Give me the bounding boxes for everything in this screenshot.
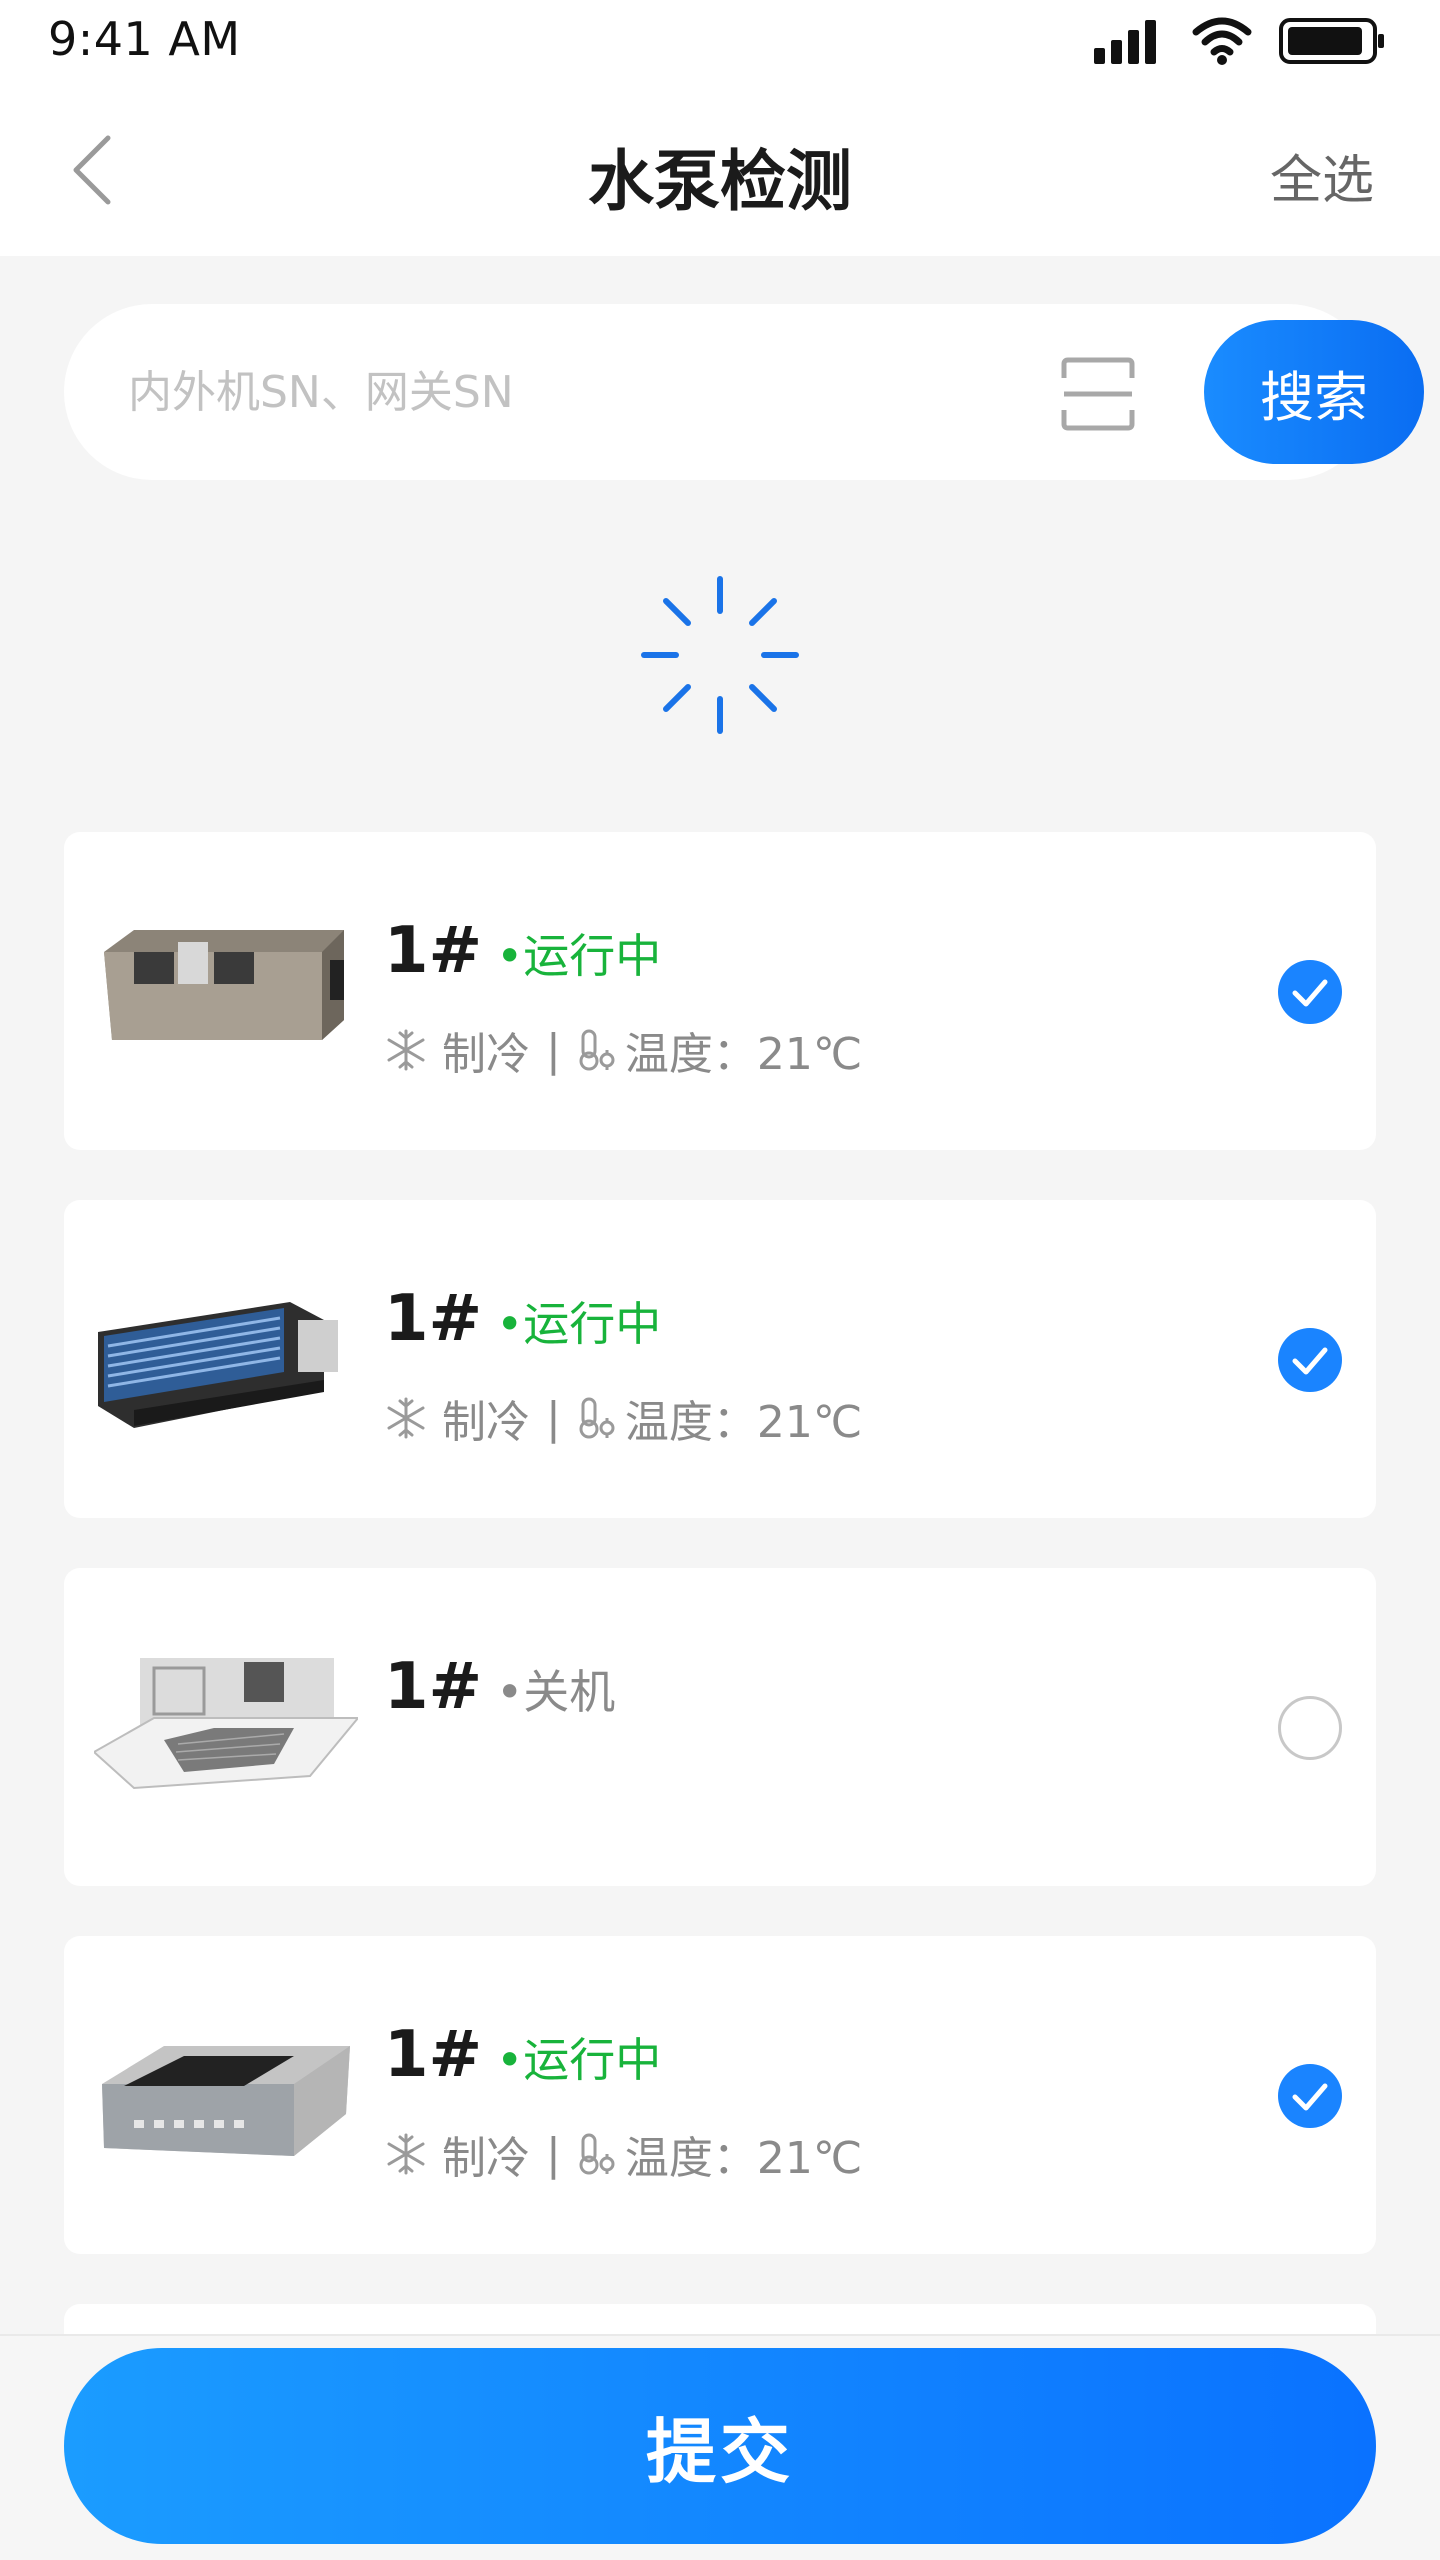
device-checkbox[interactable] (1278, 1328, 1342, 1392)
ducted-unit-image (98, 1302, 338, 1428)
device-temperature: 温度：21℃ (624, 1029, 863, 1080)
device-name: 1# (384, 914, 483, 988)
device-checkbox[interactable] (1278, 2064, 1342, 2128)
device-mode: 制冷 (442, 1029, 530, 1080)
device-status: •运行中 (496, 1297, 662, 1351)
device-name: 1# (384, 2018, 483, 2092)
scan-icon[interactable] (1060, 356, 1136, 432)
detail-separator: | (546, 2128, 561, 2180)
device-card[interactable]: 1# •关机 (64, 1568, 1376, 1886)
device-checkbox[interactable] (1278, 1696, 1342, 1760)
spinner-icon (641, 576, 799, 734)
device-name: 1# (384, 1650, 483, 1724)
thermometer-icon (579, 1029, 615, 1071)
cassette-unit-image (94, 1658, 358, 1790)
battery-icon (1279, 18, 1384, 64)
wifi-icon (1192, 17, 1252, 65)
device-temperature: 温度：21℃ (624, 2133, 863, 2184)
page-title: 水泵检测 (588, 143, 852, 220)
ducted-unit-image (104, 930, 344, 1040)
device-card[interactable]: 1# •运行中 制冷 | 温度：21℃ (64, 832, 1376, 1150)
device-card[interactable]: 1# •运行中 制冷 | 温度：21℃ (64, 1936, 1376, 2254)
thermometer-icon (579, 2133, 615, 2175)
device-card[interactable]: 1# •运行中 制冷 | 温度：21℃ (64, 1200, 1376, 1518)
top-bar: 9:41 AM 水泵检测 全选 (0, 0, 1440, 256)
search-input[interactable] (128, 304, 988, 480)
search-bar: 搜索 (64, 304, 1424, 480)
device-checkbox[interactable] (1278, 960, 1342, 1024)
signal-icon (1094, 20, 1156, 64)
select-all-button[interactable]: 全选 (1270, 138, 1374, 213)
detail-separator: | (546, 1392, 561, 1444)
device-temperature: 温度：21℃ (624, 1397, 863, 1448)
device-name: 1# (384, 1282, 483, 1356)
snowflake-icon (387, 1029, 425, 1071)
snowflake-icon (387, 1397, 425, 1439)
thermometer-icon (579, 1397, 615, 1439)
search-button[interactable]: 搜索 (1204, 320, 1424, 464)
status-icons (1092, 14, 1392, 68)
slim-duct-unit-image (102, 2046, 350, 2156)
device-status: •运行中 (496, 929, 662, 983)
status-time: 9:41 AM (48, 12, 241, 66)
device-status: •运行中 (496, 2033, 662, 2087)
device-status: •关机 (496, 1665, 616, 1719)
detail-separator: | (546, 1024, 561, 1076)
submit-button[interactable]: 提交 (64, 2348, 1376, 2544)
snowflake-icon (387, 2133, 425, 2175)
device-mode: 制冷 (442, 2133, 530, 2184)
device-mode: 制冷 (442, 1397, 530, 1448)
